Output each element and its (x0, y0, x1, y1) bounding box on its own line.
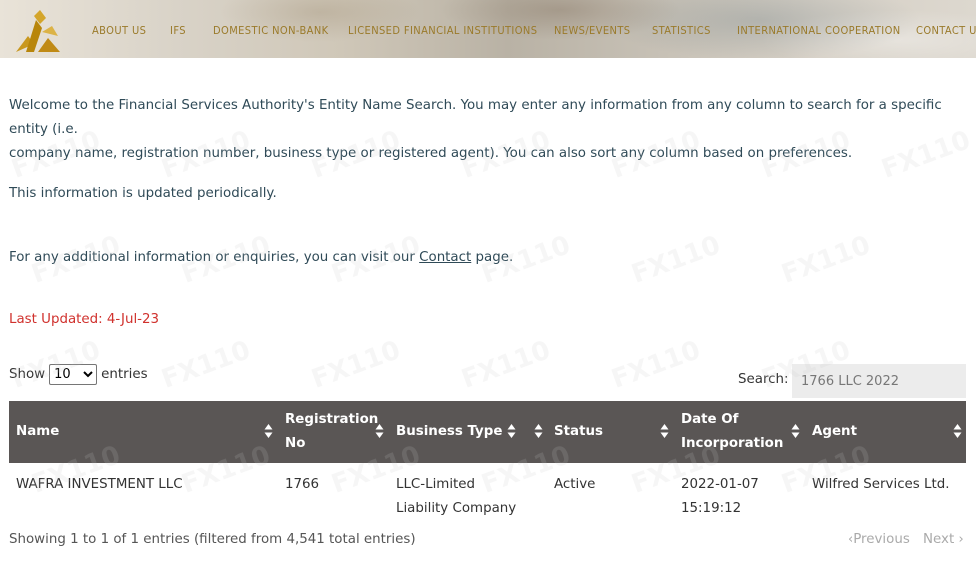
page-size-select[interactable]: 10 (49, 364, 98, 385)
nav-international-cooperation[interactable]: INTERNATIONAL COOPERATION (737, 24, 901, 37)
chevron-right-icon: › (958, 532, 964, 547)
cell-date-line: 2022-01-07 (681, 477, 759, 492)
column-header-status[interactable]: Status (554, 401, 674, 463)
column-header-name[interactable]: Name (16, 401, 276, 463)
cell-status: Active (554, 477, 596, 492)
watermark: FX110 (307, 335, 405, 395)
watermark: FX110 (607, 335, 705, 395)
column-header-agent[interactable]: Agent (812, 401, 952, 463)
column-label: Status (554, 424, 603, 439)
cell-registration-no: 1766 (285, 477, 320, 492)
cell-date-of-incorporation: 2022-01-07 15:19:12 (681, 473, 759, 521)
sort-icon[interactable] (791, 423, 800, 439)
entries-label: entries (101, 367, 148, 382)
entity-table: Name Registration No Business Type Statu… (9, 401, 966, 521)
nav-domestic-non-bank[interactable]: DOMESTIC NON-BANK (213, 24, 329, 37)
main-navigation: ABOUT US IFS DOMESTIC NON-BANK LICENSED … (0, 24, 976, 40)
cell-agent: Wilfred Services Ltd. (812, 477, 950, 492)
nav-licensed-financial-institutions[interactable]: LICENSED FINANCIAL INSTITUTIONS (348, 24, 537, 37)
cell-business-type-line: Liability Company (396, 501, 517, 516)
table-info: Showing 1 to 1 of 1 entries (filtered fr… (9, 532, 416, 547)
update-note: This information is updated periodically… (9, 186, 277, 201)
watermark: FX110 (777, 230, 875, 290)
contact-note-suffix: page. (471, 250, 514, 265)
cell-business-type: LLC-Limited Liability Company (396, 473, 516, 521)
last-updated-label: Last Updated: 4-Jul-23 (9, 312, 160, 327)
next-button[interactable]: Next › (923, 532, 964, 547)
cell-business-type-line: LLC-Limited (396, 477, 476, 492)
sort-icon[interactable] (507, 423, 516, 439)
column-label: Name (16, 424, 60, 439)
column-label: Agent (812, 424, 857, 439)
cell-time-line: 15:19:12 (681, 501, 742, 516)
nav-contact-us[interactable]: CONTACT US (916, 24, 976, 37)
column-label: Date Of (681, 412, 739, 427)
previous-label: Previous (853, 532, 910, 547)
table-row[interactable]: WAFRA INVESTMENT LLC 1766 LLC-Limited Li… (9, 463, 966, 521)
intro-line-1: Welcome to the Financial Services Author… (9, 98, 942, 137)
column-header-registration-no[interactable]: Registration No (285, 401, 385, 463)
contact-note: For any additional information or enquir… (9, 246, 513, 270)
previous-button[interactable]: ‹Previous (848, 532, 910, 547)
search-label: Search: (738, 372, 789, 387)
watermark: FX110 (627, 230, 725, 290)
intro-line-2: company name, registration number, busin… (9, 146, 853, 161)
intro-paragraph: Welcome to the Financial Services Author… (9, 94, 969, 166)
cell-name: WAFRA INVESTMENT LLC (16, 477, 183, 492)
sort-icon[interactable] (375, 423, 384, 439)
show-label: Show (9, 367, 46, 382)
sort-icon[interactable] (264, 423, 273, 439)
nav-news-events[interactable]: NEWS/EVENTS (554, 24, 630, 37)
nav-ifs[interactable]: IFS (170, 24, 186, 37)
table-header: Name Registration No Business Type Statu… (9, 401, 966, 463)
column-label: Registration (285, 412, 379, 427)
sort-icon[interactable] (953, 423, 962, 439)
contact-note-text: For any additional information or enquir… (9, 250, 420, 265)
nav-about-us[interactable]: ABOUT US (92, 24, 146, 37)
contact-link[interactable]: Contact (419, 250, 471, 265)
column-label: Business Type (396, 424, 503, 439)
column-label: No (285, 436, 306, 451)
search-input[interactable] (792, 364, 966, 398)
watermark: FX110 (157, 335, 255, 395)
column-header-date-of-incorporation[interactable]: Date Of Incorporation (681, 401, 801, 463)
sort-icon[interactable] (660, 423, 669, 439)
watermark: FX110 (457, 335, 555, 395)
column-label: Incorporation (681, 436, 784, 451)
nav-statistics[interactable]: STATISTICS (652, 24, 711, 37)
page-size-control: Show 10 entries (9, 364, 148, 385)
site-header: ABOUT US IFS DOMESTIC NON-BANK LICENSED … (0, 0, 976, 58)
next-label: Next (923, 532, 955, 547)
sort-icon[interactable] (534, 423, 543, 439)
